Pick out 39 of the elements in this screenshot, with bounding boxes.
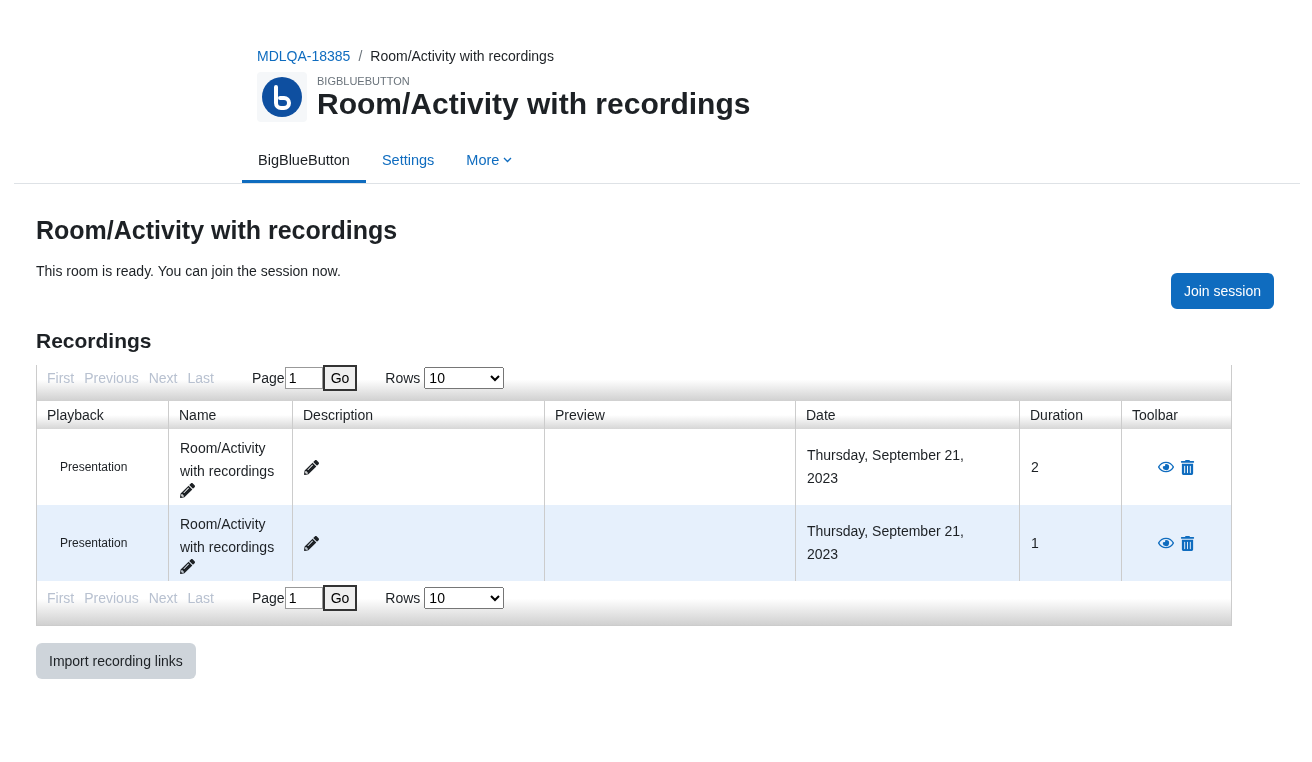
pencil-icon[interactable] bbox=[304, 535, 319, 551]
recording-name: Room/Activity with recordings bbox=[180, 514, 276, 557]
go-button[interactable]: Go bbox=[322, 585, 358, 611]
delete-icon[interactable] bbox=[1180, 459, 1195, 475]
pencil-icon[interactable] bbox=[180, 482, 195, 498]
page-input[interactable]: 1 bbox=[284, 367, 323, 389]
delete-icon[interactable] bbox=[1180, 535, 1195, 551]
eye-icon[interactable] bbox=[1158, 535, 1174, 551]
go-button[interactable]: Go bbox=[322, 365, 358, 391]
page-title: Room/Activity with recordings bbox=[317, 86, 751, 120]
activity-icon bbox=[257, 72, 307, 122]
import-recording-links-button[interactable]: Import recording links bbox=[36, 643, 196, 679]
nav-tab[interactable]: Settings bbox=[365, 140, 451, 183]
page-label: Page bbox=[251, 370, 285, 386]
column-header: Date bbox=[796, 401, 1020, 429]
column-header: Preview bbox=[545, 401, 796, 429]
section-heading: Room/Activity with recordings bbox=[36, 216, 399, 245]
column-header: Description bbox=[293, 401, 545, 429]
pencil-icon[interactable] bbox=[180, 558, 195, 574]
pencil-icon[interactable] bbox=[304, 459, 319, 475]
breadcrumb-separator: / bbox=[358, 48, 363, 64]
column-header: Duration bbox=[1020, 401, 1122, 429]
rows-label: Rows bbox=[385, 370, 421, 386]
column-header: Playback bbox=[37, 401, 169, 429]
breadcrumb-link[interactable]: MDLQA-18385 bbox=[257, 48, 351, 64]
page-label: Page bbox=[251, 590, 285, 606]
nav-tab[interactable]: More bbox=[450, 140, 529, 183]
recording-name: Room/Activity with recordings bbox=[180, 438, 276, 481]
rows-select[interactable]: 10 bbox=[424, 587, 505, 609]
column-header: Name bbox=[169, 401, 293, 429]
module-label: BIGBLUEBUTTON bbox=[317, 74, 411, 87]
status-text: This room is ready. You can join the session now. bbox=[36, 263, 341, 279]
breadcrumb-item: Room/Activity with recordings bbox=[370, 48, 554, 64]
recordings-heading: Recordings bbox=[36, 329, 153, 353]
eye-icon[interactable] bbox=[1158, 459, 1174, 475]
page-input[interactable]: 1 bbox=[284, 587, 323, 609]
rows-select[interactable]: 10 bbox=[424, 367, 505, 389]
join-session-button[interactable]: Join session bbox=[1170, 273, 1274, 309]
rows-label: Rows bbox=[385, 590, 421, 606]
